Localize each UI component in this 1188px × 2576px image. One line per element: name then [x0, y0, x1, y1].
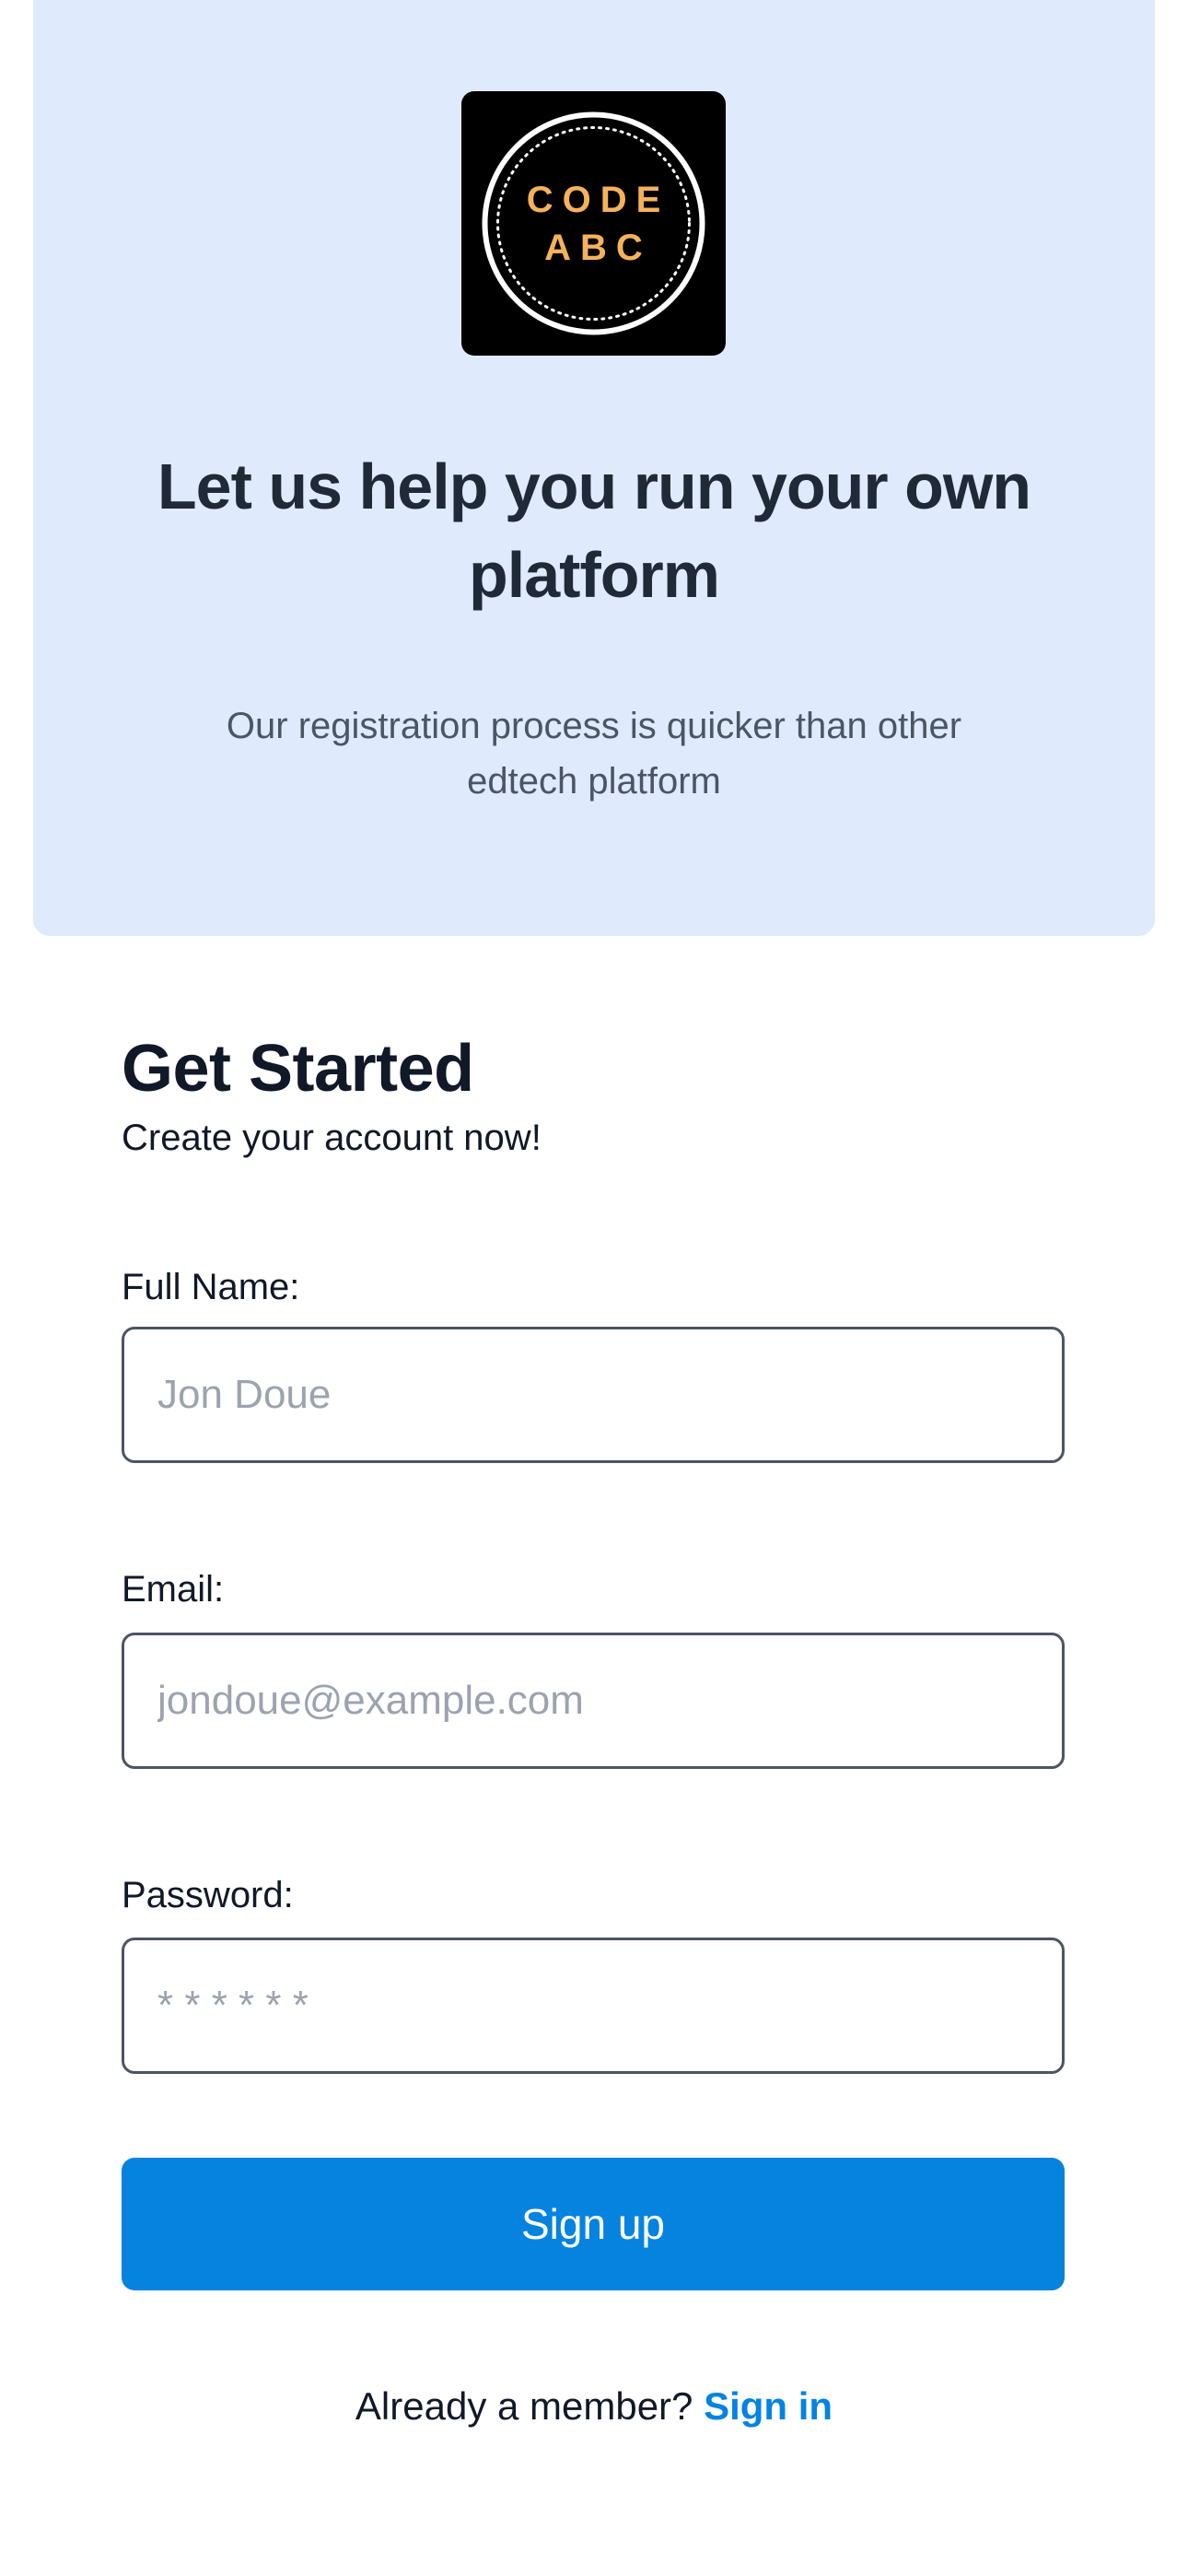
logo-ring-graphic: [482, 111, 705, 335]
full-name-label: Full Name:: [122, 1267, 300, 1307]
sign-in-prompt: Already a member? Sign in: [0, 2381, 1188, 2432]
hero-title-text: Let us help you run your own platform: [157, 451, 1031, 611]
email-label: Email:: [122, 1569, 225, 1610]
member-text: Already a member?: [355, 2384, 693, 2428]
email-input[interactable]: [122, 1633, 1065, 1769]
hero-subtitle: Our registration process is quicker than…: [217, 698, 971, 809]
sign-in-link[interactable]: Sign in: [704, 2384, 833, 2428]
hero-subtitle-text: Our registration process is quicker than…: [226, 706, 962, 802]
sign-up-button[interactable]: Sign up: [122, 2158, 1065, 2290]
logo-text-line-2: ABC: [544, 228, 652, 268]
password-label: Password:: [122, 1875, 294, 1915]
full-name-input[interactable]: [122, 1327, 1065, 1463]
form-subtitle: Create your account now!: [122, 1118, 542, 1158]
hero-title: Let us help you run your own platform: [33, 442, 1155, 619]
hero-panel: CODE ABC Let us help you run your own pl…: [33, 0, 1155, 936]
code-abc-logo-icon: CODE ABC: [461, 91, 726, 356]
form-title: Get Started: [122, 1032, 474, 1106]
logo-text-line-1: CODE: [526, 180, 670, 220]
password-input[interactable]: [122, 1938, 1065, 2074]
